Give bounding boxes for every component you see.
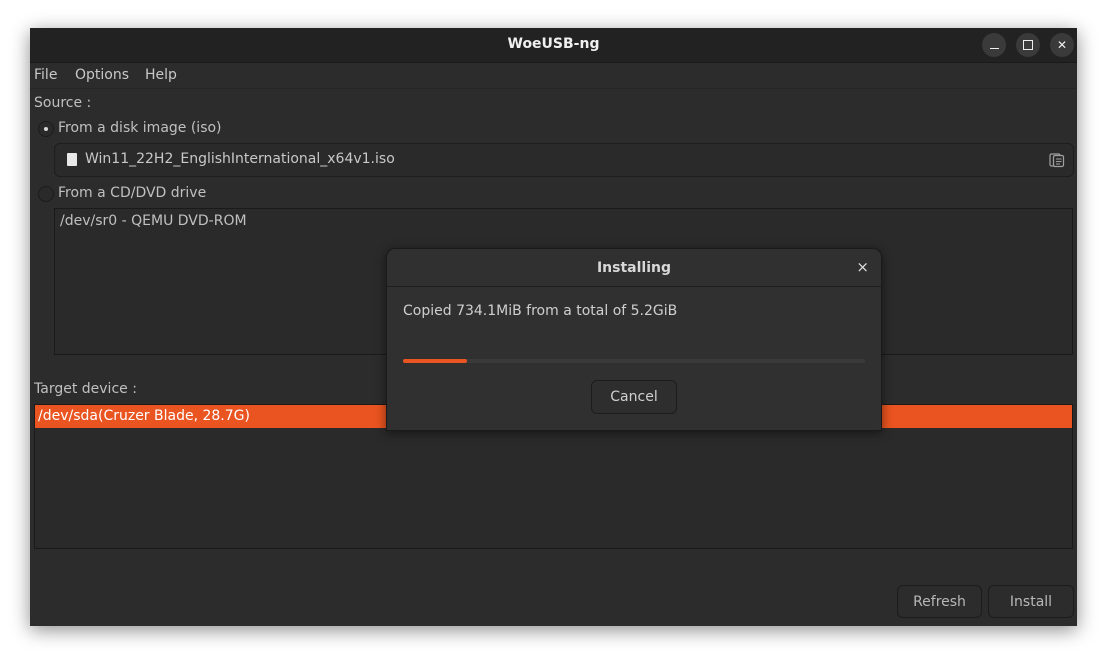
cancel-button[interactable]: Cancel: [591, 380, 677, 414]
progress-message: Copied 734.1MiB from a total of 5.2GiB: [403, 303, 678, 319]
dialog-header: Installing ×: [387, 249, 881, 287]
menu-help[interactable]: Help: [145, 67, 177, 83]
cd-drive-radio[interactable]: [38, 186, 54, 202]
minimize-icon: [989, 47, 999, 49]
progress-bar: [403, 359, 865, 363]
minimize-button[interactable]: [982, 33, 1006, 57]
refresh-button[interactable]: Refresh: [897, 585, 982, 618]
disk-image-option-label[interactable]: From a disk image (iso): [58, 120, 222, 136]
title-bar[interactable]: WoeUSB-ng ✕: [30, 28, 1077, 63]
iso-file-chooser[interactable]: Win11_22H2_EnglishInternational_x64v1.is…: [54, 143, 1074, 177]
menu-bar: File Options Help: [30, 63, 1077, 89]
file-icon: [67, 153, 77, 166]
menu-file[interactable]: File: [34, 67, 57, 83]
target-device-label: Target device :: [34, 381, 137, 397]
maximize-button[interactable]: [1016, 33, 1040, 57]
window-title: WoeUSB-ng: [507, 36, 600, 52]
maximize-icon: [1023, 40, 1033, 50]
close-button[interactable]: ✕: [1050, 33, 1074, 57]
file-browse-icon[interactable]: [1049, 152, 1065, 168]
installing-dialog: Installing × Copied 734.1MiB from a tota…: [386, 248, 882, 431]
dialog-title: Installing: [596, 260, 672, 276]
dialog-close-icon[interactable]: ×: [856, 258, 869, 276]
iso-file-name: Win11_22H2_EnglishInternational_x64v1.is…: [85, 151, 395, 167]
target-device-item-label: /dev/sda(Cruzer Blade, 28.7G): [38, 408, 250, 424]
menu-options[interactable]: Options: [75, 67, 129, 83]
source-label: Source :: [34, 95, 92, 111]
install-button[interactable]: Install: [988, 585, 1074, 618]
close-icon: ✕: [1056, 38, 1068, 52]
cd-drive-option-label[interactable]: From a CD/DVD drive: [58, 185, 206, 201]
cd-drive-item[interactable]: /dev/sr0 - QEMU DVD-ROM: [60, 213, 247, 229]
progress-bar-fill: [403, 359, 467, 363]
disk-image-radio[interactable]: [38, 121, 54, 137]
